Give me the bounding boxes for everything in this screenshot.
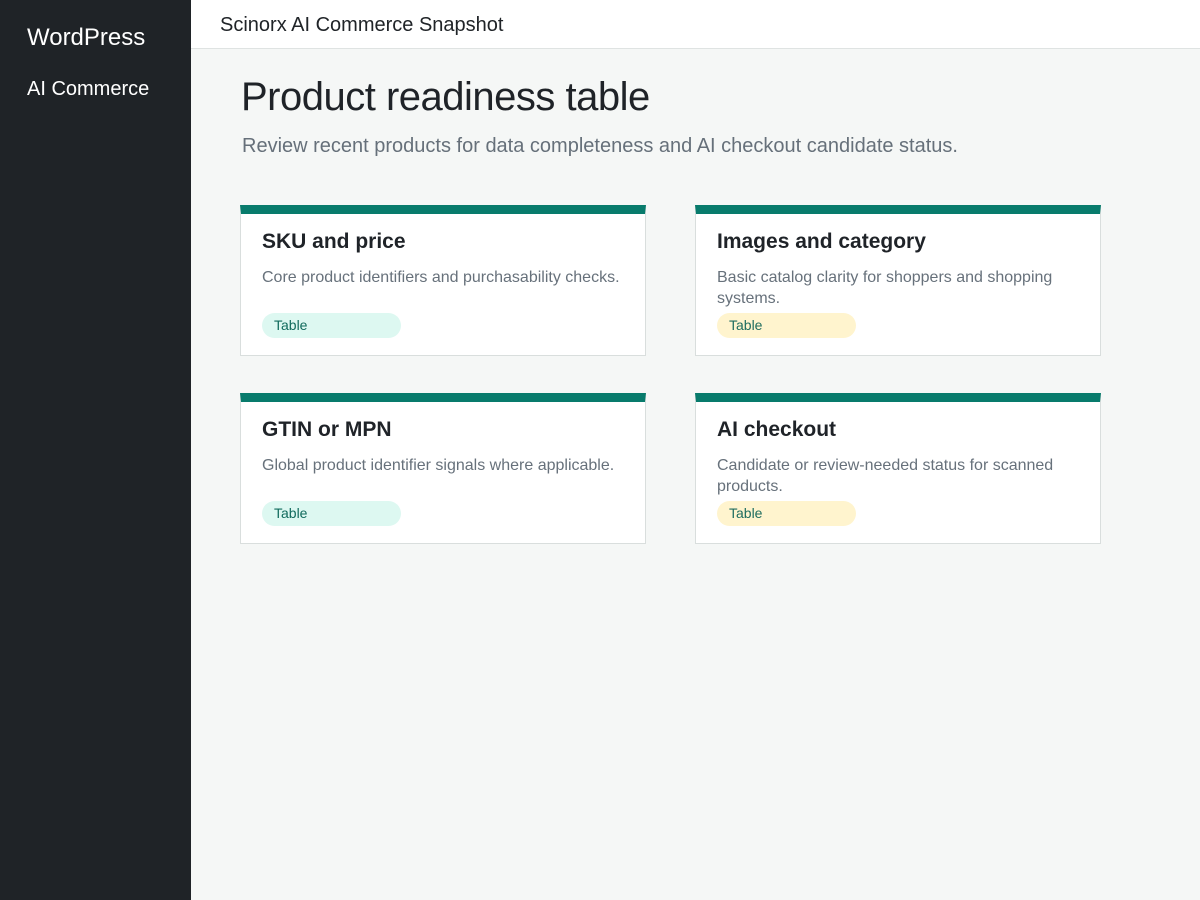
app-window: WordPress AI Commerce Scinorx AI Commerc… <box>0 0 1200 900</box>
top-bar: Scinorx AI Commerce Snapshot <box>191 0 1200 49</box>
sidebar-item-ai-commerce[interactable]: AI Commerce <box>27 77 149 101</box>
table-status-badge: Table <box>262 501 401 526</box>
page-subtitle: Review recent products for data complete… <box>242 135 958 157</box>
card-title: AI checkout <box>717 418 837 441</box>
readiness-card-images-category: Images and category Basic catalog clarit… <box>695 205 1101 356</box>
table-status-badge: Table <box>717 501 856 526</box>
table-status-badge: Table <box>262 313 401 338</box>
site-title: Scinorx AI Commerce Snapshot <box>220 14 504 36</box>
card-description: Global product identifier signals where … <box>262 457 615 474</box>
page-title: Product readiness table <box>241 75 650 119</box>
card-description: Core product identifiers and purchasabil… <box>262 269 620 286</box>
card-title: GTIN or MPN <box>262 418 392 441</box>
card-title: SKU and price <box>262 230 406 253</box>
readiness-card-gtin-mpn: GTIN or MPN Global product identifier si… <box>240 393 646 544</box>
wordpress-brand[interactable]: WordPress <box>27 24 145 52</box>
table-status-badge: Table <box>717 313 856 338</box>
main-content: Product readiness table Review recent pr… <box>191 49 1200 900</box>
readiness-card-ai-checkout: AI checkout Candidate or review-needed s… <box>695 393 1101 544</box>
sidebar: WordPress AI Commerce <box>0 0 191 900</box>
card-description: Basic catalog clarity for shoppers and s… <box>717 269 1053 307</box>
card-description: Candidate or review-needed status for sc… <box>717 457 1054 495</box>
card-title: Images and category <box>717 230 926 253</box>
readiness-card-sku-price: SKU and price Core product identifiers a… <box>240 205 646 356</box>
